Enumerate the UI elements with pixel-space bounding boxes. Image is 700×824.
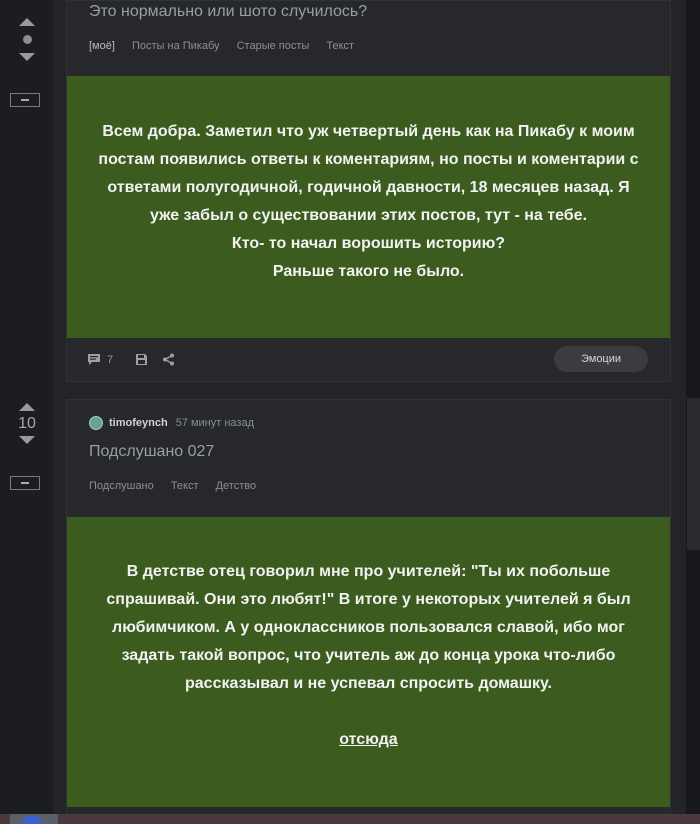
tag[interactable]: [моё] [89,40,115,52]
post-footer: 7 [87,353,175,366]
vote-column-post2: 10 [10,403,44,444]
tag[interactable]: Подслушано [89,480,154,492]
post-title[interactable]: Это нормально или шото случилось? [89,3,367,21]
post-text-line: спрашивай. Они это любят!" В итоге у нек… [106,591,631,608]
taskbar [0,814,700,824]
taskbar-app-icon[interactable] [22,816,42,824]
post-text-line: Кто- то начал ворошить историю? [231,235,506,252]
post-text-line: Всем добра. Заметил что уж четвертый ден… [102,123,635,140]
post-content: Всем добра. Заметил что уж четвертый ден… [67,76,670,338]
comments-button[interactable]: 7 [87,353,113,366]
comment-icon [88,354,100,365]
post-tags: [моё] Посты на Пикабу Старые посты Текст [89,40,368,52]
downvote-icon[interactable] [19,53,35,61]
post-time: 57 минут назад [175,417,255,429]
tag[interactable]: Посты на Пикабу [132,40,220,52]
downvote-icon[interactable] [19,436,35,444]
post-text-line: любимчиком. А у одноклассников пользовал… [112,619,625,636]
post-content: В детстве отец говорил мне про учителей:… [67,517,670,807]
save-icon[interactable] [135,353,148,366]
post-title[interactable]: Подслушано 027 [89,443,214,461]
upvote-icon[interactable] [19,18,35,26]
author-name[interactable]: timofeynch [109,417,168,429]
tag[interactable]: Текст [326,40,354,52]
post-text-line: Раньше такого не было. [272,263,465,280]
tag[interactable]: Текст [171,480,199,492]
scrollbar-thumb[interactable] [687,398,700,550]
post-tags: Подслушано Текст Детство [89,480,270,492]
tag[interactable]: Детство [216,480,257,492]
post-text-line: постам появились ответы к коментариям, н… [98,151,639,168]
collapse-post1-button[interactable] [10,93,40,107]
post-text-line: рассказывал и не успевал спросить домашк… [185,675,552,692]
vote-column-post1 [10,18,44,61]
post-text-line: ответами полугодичной, годичной давности… [107,179,630,196]
collapse-post2-button[interactable] [10,476,40,490]
post-text-line: задать такой вопрос, что учитель аж до к… [121,647,616,664]
post-text-line: уже забыл о существовании этих постов, т… [149,207,588,224]
comments-count: 7 [107,353,114,366]
avatar[interactable] [89,416,103,430]
emotions-button[interactable]: Эмоции [554,346,648,372]
post-text-line: В детстве отец говорил мне про учителей:… [126,563,611,580]
tag[interactable]: Старые посты [237,40,310,52]
post-card-2: timofeynch 57 минут назад Подслушано 027… [66,399,671,824]
post-card-1: Это нормально или шото случилось? [моё] … [66,0,671,382]
upvote-icon[interactable] [19,403,35,411]
rating-hidden-dot [22,35,32,44]
share-icon[interactable] [162,353,175,366]
post-rating: 10 [18,415,36,432]
post-author: timofeynch 57 минут назад [89,416,254,430]
source-link[interactable]: отсюда [339,731,397,748]
